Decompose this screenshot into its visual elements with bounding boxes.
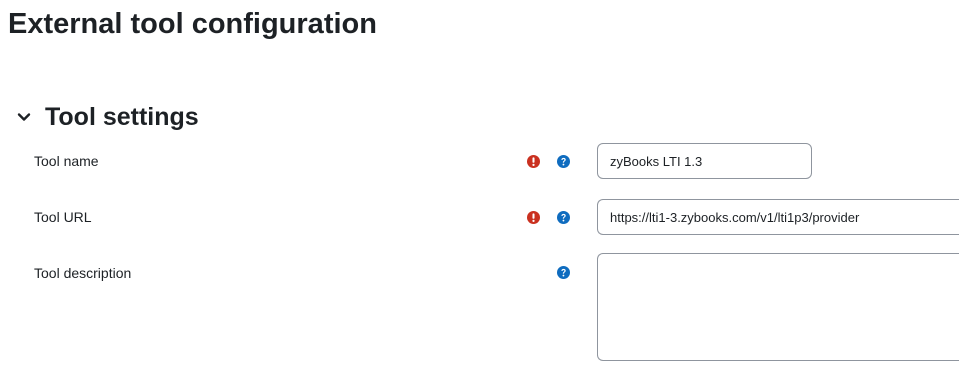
exclamation-circle-icon: [527, 155, 540, 168]
tool-name-label: Tool name: [34, 153, 99, 169]
tool-description-label: Tool description: [34, 265, 132, 281]
tool-description-textarea[interactable]: [597, 253, 959, 361]
question-circle-icon[interactable]: [557, 155, 570, 168]
tool-name-input[interactable]: [597, 143, 812, 179]
question-circle-icon[interactable]: [557, 266, 570, 279]
tool-settings-section-toggle[interactable]: Tool settings: [16, 100, 199, 134]
tool-url-input[interactable]: [597, 199, 959, 235]
exclamation-circle-icon: [527, 211, 540, 224]
chevron-down-icon[interactable]: [16, 109, 32, 125]
question-circle-icon[interactable]: [557, 211, 570, 224]
section-title: Tool settings: [45, 103, 199, 131]
page-title: External tool configuration: [8, 8, 377, 40]
tool-url-label: Tool URL: [34, 209, 92, 225]
